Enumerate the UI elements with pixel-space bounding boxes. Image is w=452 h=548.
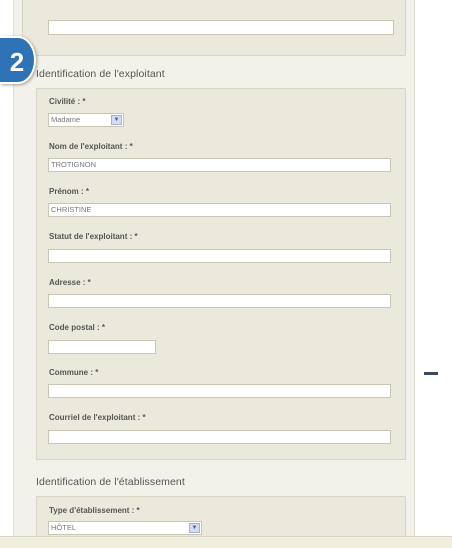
- page: 2 Identification de l'exploitant Civilit…: [0, 0, 452, 548]
- type-etablissement-select-value: HÔTEL: [51, 523, 77, 532]
- statut-label: Statut de l'exploitant : *: [49, 232, 138, 241]
- courriel-input[interactable]: [48, 430, 391, 444]
- nom-input[interactable]: TROTIGNON: [48, 158, 391, 172]
- courriel-label: Courriel de l'exploitant : *: [49, 413, 146, 422]
- prenom-label: Prénom : *: [49, 187, 90, 196]
- previous-section-input[interactable]: [48, 20, 394, 35]
- nom-label: Nom de l'exploitant : *: [49, 142, 133, 151]
- type-etablissement-select[interactable]: HÔTEL ▼: [48, 521, 202, 535]
- chevron-down-icon: ▼: [111, 115, 122, 125]
- type-etablissement-label: Type d'établissement : *: [49, 506, 140, 515]
- chevron-down-icon: ▼: [189, 523, 200, 533]
- prenom-input[interactable]: CHRISTINE: [48, 203, 391, 217]
- code-postal-label: Code postal : *: [49, 323, 106, 332]
- previous-section-fieldset: [22, 0, 406, 56]
- adresse-label: Adresse : *: [49, 278, 91, 287]
- adresse-input[interactable]: [48, 294, 391, 308]
- section-legend-exploitant: Identification de l'exploitant: [36, 68, 165, 80]
- fieldset-exploitant: Civilité : * Madame ▼ Nom de l'exploitan…: [36, 88, 406, 460]
- code-postal-input[interactable]: [48, 340, 156, 354]
- commune-input[interactable]: [48, 384, 391, 398]
- civilite-select[interactable]: Madame ▼: [48, 113, 124, 127]
- civilite-label: Civilité : *: [49, 97, 86, 106]
- step-number-badge: 2: [0, 36, 36, 84]
- dash-mark: [424, 372, 438, 375]
- commune-label: Commune : *: [49, 368, 99, 377]
- bottom-bar: [0, 536, 452, 548]
- civilite-select-value: Madame: [51, 115, 81, 124]
- section-legend-etablissement: Identification de l'établissement: [36, 476, 185, 488]
- statut-input[interactable]: [48, 249, 391, 263]
